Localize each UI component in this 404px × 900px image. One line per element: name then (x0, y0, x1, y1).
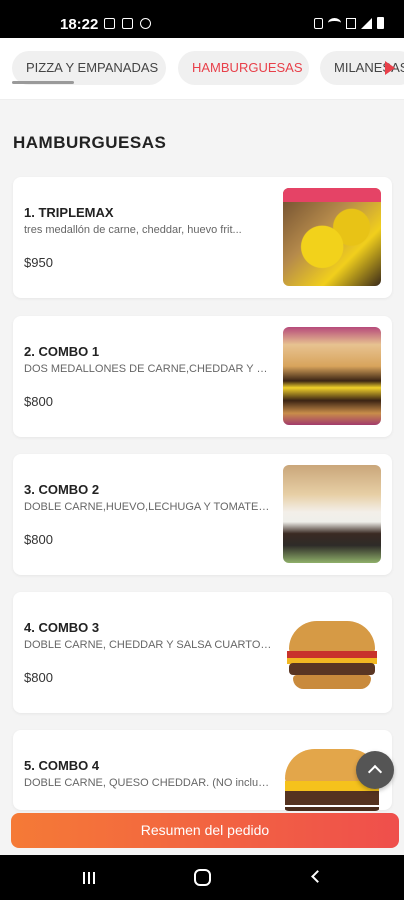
back-icon[interactable] (311, 870, 324, 883)
product-price: $800 (24, 670, 53, 685)
product-price: $800 (24, 532, 53, 547)
alarm-icon (314, 17, 323, 29)
product-card-1[interactable]: 1. TRIPLEMAX tres medallón de carne, che… (13, 177, 392, 298)
recent-apps-icon[interactable] (83, 872, 95, 884)
system-navigation-bar (0, 855, 404, 900)
order-summary-button[interactable]: Resumen del pedido (11, 813, 399, 848)
tab-scroll-indicator (12, 81, 74, 84)
product-card-2[interactable]: 2. COMBO 1 DOS MEDALLONES DE CARNE,CHEDD… (13, 316, 392, 437)
battery-icon (377, 17, 384, 29)
product-description: DOS MEDALLONES DE CARNE,CHEDDAR Y BAC... (24, 363, 272, 375)
product-description: tres medallón de carne, cheddar, huevo f… (24, 224, 242, 236)
product-image (283, 188, 381, 286)
category-tabs: PIZZA Y EMPANADAS HAMBURGUESAS MILANESAS (0, 38, 404, 100)
status-time: 18:22 (60, 16, 99, 33)
settings-notification-icon (140, 18, 151, 29)
product-description: DOBLE CARNE,HUEVO,LECHUGA Y TOMATE. (N..… (24, 501, 272, 513)
product-image (283, 465, 381, 563)
home-icon[interactable] (194, 869, 211, 886)
product-price: $800 (24, 394, 53, 409)
product-card-4[interactable]: 4. COMBO 3 DOBLE CARNE, CHEDDAR Y SALSA … (13, 592, 392, 713)
data-icon (346, 17, 356, 29)
scroll-to-top-button[interactable] (356, 751, 394, 789)
status-bar: 18:22 (0, 0, 404, 38)
product-name: 1. TRIPLEMAX (24, 205, 114, 220)
product-name: 5. COMBO 4 (24, 758, 100, 773)
product-image (283, 603, 381, 701)
product-price: $950 (24, 255, 53, 270)
section-title: HAMBURGUESAS (13, 133, 167, 152)
chevron-up-icon (367, 764, 383, 780)
app-notification-icon (122, 18, 133, 29)
product-image (283, 327, 381, 425)
product-name: 2. COMBO 1 (24, 344, 100, 359)
tab-hamburguesas[interactable]: HAMBURGUESAS (178, 51, 309, 85)
product-card-5[interactable]: 5. COMBO 4 DOBLE CARNE, QUESO CHEDDAR. (… (13, 730, 392, 811)
tab-pizza-y-empanadas[interactable]: PIZZA Y EMPANADAS (12, 51, 166, 85)
product-name: 3. COMBO 2 (24, 482, 100, 497)
gallery-notification-icon (104, 18, 115, 29)
chevron-right-icon[interactable] (385, 61, 395, 75)
signal-icon (361, 17, 372, 29)
product-card-3[interactable]: 3. COMBO 2 DOBLE CARNE,HUEVO,LECHUGA Y T… (13, 454, 392, 575)
product-name: 4. COMBO 3 (24, 620, 100, 635)
product-description: DOBLE CARNE, CHEDDAR Y SALSA CUARTO DE .… (24, 639, 272, 651)
wifi-icon (328, 18, 341, 28)
product-description: DOBLE CARNE, QUESO CHEDDAR. (NO incluye … (24, 777, 272, 789)
